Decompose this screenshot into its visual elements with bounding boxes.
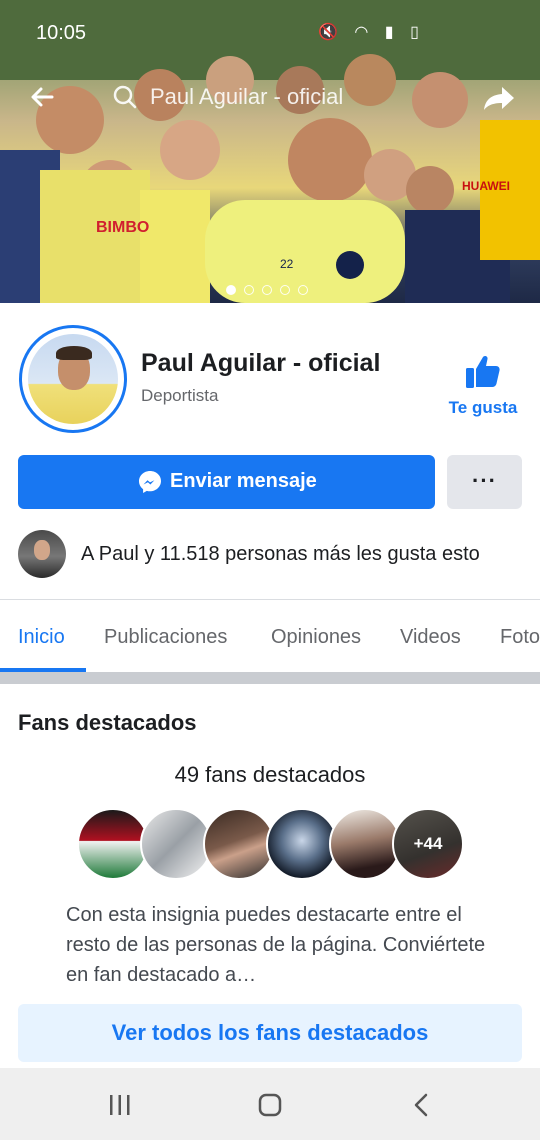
carousel-dot[interactable] <box>244 285 254 295</box>
tab-opiniones[interactable]: Opiniones <box>271 626 361 649</box>
carousel-dot[interactable] <box>226 285 236 295</box>
tab-inicio[interactable]: Inicio <box>18 626 65 649</box>
signal-icon: ▮ <box>384 24 400 41</box>
carousel-dots <box>226 282 316 295</box>
tab-videos[interactable]: Videos <box>400 626 461 649</box>
svg-text:22: 22 <box>280 257 294 271</box>
share-icon[interactable] <box>482 84 516 112</box>
section-title: Fans destacados <box>18 710 197 735</box>
page-category: Deportista <box>141 386 219 405</box>
search-input[interactable]: Paul Aguilar - oficial <box>150 84 343 110</box>
like-button[interactable]: Te gusta <box>440 350 526 424</box>
fan-avatar[interactable] <box>266 808 338 880</box>
send-message-label: Enviar mensaje <box>170 470 317 492</box>
more-options-button[interactable]: ··· <box>447 455 522 509</box>
fans-avatars[interactable]: +44 <box>77 808 467 882</box>
section-separator <box>0 672 540 684</box>
likes-summary[interactable]: A Paul y 11.518 personas más les gusta e… <box>81 543 480 566</box>
send-message-button[interactable]: Enviar mensaje <box>18 455 435 509</box>
cover-crowd-image: BIMBO HUAWEI 22 <box>0 0 540 303</box>
page-title: Paul Aguilar - oficial <box>141 349 381 377</box>
home-icon[interactable] <box>258 1093 282 1117</box>
tab-publicaciones[interactable]: Publicaciones <box>104 626 227 649</box>
fan-avatar[interactable] <box>77 808 149 880</box>
friend-avatar[interactable] <box>18 530 66 578</box>
svg-text:HUAWEI: HUAWEI <box>462 179 510 193</box>
cover-photo[interactable]: BIMBO HUAWEI 22 10:05 🔇 ◠ ▮ ▯ Paul Aguil… <box>0 0 540 303</box>
tab-fotos[interactable]: Foto <box>500 626 540 649</box>
search-icon <box>113 85 137 109</box>
recent-apps-icon[interactable] <box>108 1094 132 1116</box>
like-label: Te gusta <box>448 398 518 417</box>
system-nav-bar <box>0 1068 540 1140</box>
profile-photo <box>28 334 118 424</box>
back-arrow-icon[interactable] <box>28 83 56 111</box>
carousel-dot[interactable] <box>280 285 290 295</box>
more-fans-badge[interactable]: +44 <box>392 808 464 880</box>
page-tabs: Inicio Publicaciones Opiniones Videos Fo… <box>0 600 540 672</box>
carousel-dot[interactable] <box>262 285 272 295</box>
battery-icon: ▯ <box>410 24 425 41</box>
fan-avatar[interactable] <box>140 808 212 880</box>
thumbs-up-icon <box>466 355 500 388</box>
svg-text:BIMBO: BIMBO <box>96 219 149 236</box>
messenger-icon <box>139 471 161 493</box>
fan-avatar[interactable] <box>203 808 275 880</box>
status-time: 10:05 <box>36 22 87 44</box>
wifi-icon: ◠ <box>354 24 375 41</box>
fans-count: 49 fans destacados <box>174 762 366 787</box>
profile-avatar[interactable] <box>19 325 127 433</box>
more-options-icon: ··· <box>472 468 497 493</box>
carousel-dot[interactable] <box>298 285 308 295</box>
see-all-fans-label: Ver todos los fans destacados <box>111 1020 429 1045</box>
back-icon[interactable] <box>412 1093 430 1117</box>
see-all-fans-button[interactable]: Ver todos los fans destacados <box>18 1004 522 1062</box>
mute-icon: 🔇 <box>318 24 344 41</box>
fans-description: Con esta insignia puedes destacarte entr… <box>66 904 486 986</box>
status-icons: 🔇 ◠ ▮ ▯ <box>318 22 425 42</box>
fan-avatar[interactable] <box>329 808 401 880</box>
status-bar: 10:05 🔇 ◠ ▮ ▯ <box>0 0 540 44</box>
